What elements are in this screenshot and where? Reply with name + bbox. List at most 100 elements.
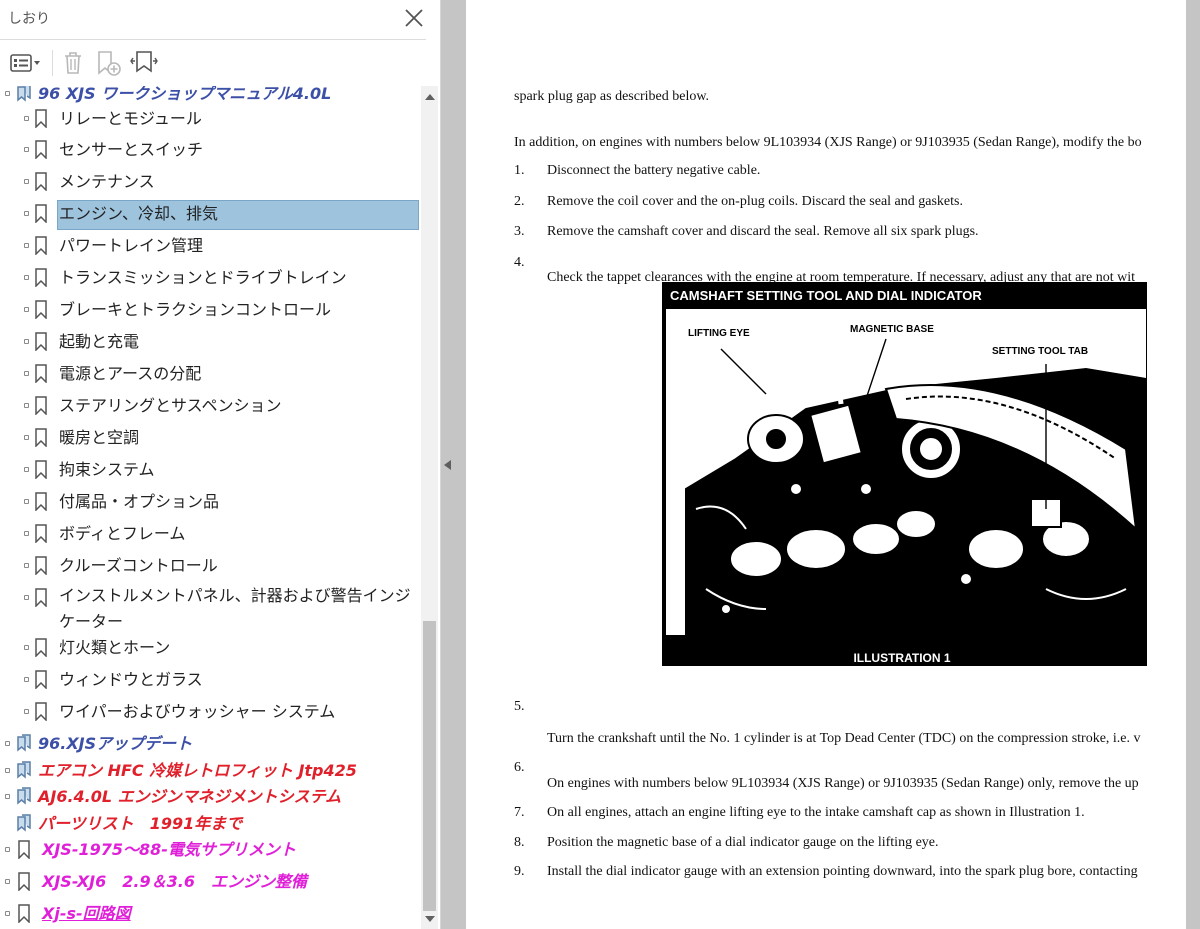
bookmark-item[interactable]: センサーとスイッチ [0, 136, 420, 164]
bookmark-item[interactable]: XJS-XJ6 2.9＆3.6 エンジン整備 [0, 868, 420, 896]
expand-toggle-icon[interactable] [5, 91, 10, 96]
bookmark-item[interactable]: パーツリスト 1991年まで [0, 810, 420, 838]
expand-toggle-icon[interactable] [24, 709, 29, 714]
bookmark-item[interactable]: 付属品・オプション品 [0, 488, 420, 516]
bookmark-item[interactable]: AJ6.4.0L エンジンマネジメントシステム [0, 783, 420, 811]
bookmark-icon [17, 734, 31, 752]
bookmark-item[interactable]: ブレーキとトラクションコントロール [0, 296, 420, 324]
panel-splitter[interactable] [441, 0, 463, 929]
bookmark-label: Xj-s-回路図 [42, 904, 131, 923]
bookmark-icon [17, 761, 31, 779]
expand-toggle-icon[interactable] [24, 645, 29, 650]
bookmark-item[interactable]: パワートレイン管理 [0, 232, 420, 260]
bookmark-label: エンジン、冷却、排気 [59, 204, 219, 223]
title-divider [0, 39, 426, 40]
bookmark-icon [17, 86, 31, 102]
expand-toggle-icon[interactable] [24, 116, 29, 121]
list-options-icon [10, 54, 40, 72]
close-icon [405, 9, 423, 27]
bookmark-label: 暖房と空調 [59, 428, 140, 447]
step-number: 6. [514, 760, 525, 775]
bookmark-label: AJ6.4.0L エンジンマネジメントシステム [38, 787, 342, 806]
expand-toggle-icon[interactable] [24, 403, 29, 408]
bookmark-item[interactable]: ウィンドウとガラス [0, 666, 420, 694]
bookmark-label: 96 XJS ワークショップマニュアル4.0L [38, 86, 332, 103]
scroll-down-arrow-icon[interactable] [425, 916, 435, 922]
bookmark-item[interactable]: ワイパーおよびウォッシャー システム [0, 698, 420, 726]
engine-drawing-icon: LIFTING EYE MAGNETIC BASE SETTING TOOL T… [684, 308, 1147, 636]
bookmark-item[interactable]: トランスミッションとドライブトレイン [0, 264, 420, 292]
bookmark-item[interactable]: エンジン、冷却、排気 [0, 200, 420, 230]
bookmark-item[interactable]: 電源とアースの分配 [0, 360, 420, 388]
panel-scrollbar[interactable] [421, 86, 438, 929]
close-panel-button[interactable] [402, 6, 426, 30]
scroll-up-arrow-icon[interactable] [425, 94, 435, 100]
expand-toggle-icon[interactable] [5, 911, 10, 916]
bookmark-item[interactable]: メンテナンス [0, 168, 420, 196]
bookmark-icon [35, 638, 47, 657]
delete-bookmark-button[interactable] [60, 48, 86, 78]
bookmark-item[interactable]: XJS-1975～88-電気サプリメント [0, 836, 420, 864]
expand-toggle-icon[interactable] [24, 307, 29, 312]
expand-bookmark-icon [130, 51, 158, 73]
bookmark-icon [35, 428, 47, 447]
step-text: On all engines, attach an engine lifting… [547, 805, 1085, 820]
step-text: Disconnect the battery negative cable. [547, 163, 761, 178]
find-bookmark-button[interactable] [128, 48, 160, 78]
expand-toggle-icon[interactable] [5, 768, 10, 773]
bookmark-item[interactable]: 灯火類とホーン [0, 634, 420, 662]
bookmark-item[interactable]: エアコン HFC 冷媒レトロフィット Jtp425 [0, 757, 420, 785]
expand-toggle-icon[interactable] [24, 179, 29, 184]
expand-toggle-icon[interactable] [24, 339, 29, 344]
bookmark-item[interactable]: Xj-s-回路図 [0, 900, 420, 928]
bookmark-item[interactable]: ボディとフレーム [0, 520, 420, 548]
collapse-arrow-icon[interactable] [444, 460, 451, 470]
expand-toggle-icon[interactable] [24, 211, 29, 216]
expand-toggle-icon[interactable] [24, 147, 29, 152]
bookmark-item[interactable]: 暖房と空調 [0, 424, 420, 452]
bookmark-item[interactable]: インストルメントパネル、計器および警告インジケーター [0, 584, 420, 631]
expand-toggle-icon[interactable] [5, 879, 10, 884]
bookmark-item[interactable]: 96.XJSアップデート [0, 730, 420, 758]
bookmark-item[interactable]: ステアリングとサスペンション [0, 392, 420, 420]
expand-toggle-icon[interactable] [5, 741, 10, 746]
bookmark-icon [35, 524, 47, 543]
expand-toggle-icon[interactable] [24, 677, 29, 682]
bookmark-label: ブレーキとトラクションコントロール [59, 300, 332, 319]
expand-toggle-icon[interactable] [5, 847, 10, 852]
callout-setting-tool-tab: SETTING TOOL TAB [992, 346, 1088, 357]
bookmark-label: XJS-XJ6 2.9＆3.6 エンジン整備 [42, 872, 307, 891]
bookmark-icon [35, 268, 47, 287]
expand-toggle-icon[interactable] [5, 794, 10, 799]
expand-toggle-icon[interactable] [24, 467, 29, 472]
bookmark-label: 付属品・オプション品 [59, 492, 220, 511]
expand-toggle-icon[interactable] [24, 243, 29, 248]
expand-toggle-icon[interactable] [24, 275, 29, 280]
expand-toggle-icon[interactable] [24, 371, 29, 376]
expand-toggle-icon[interactable] [24, 435, 29, 440]
step-number: 8. [514, 835, 525, 850]
bookmark-icon [35, 236, 47, 255]
step-number: 3. [514, 224, 525, 239]
expand-toggle-icon[interactable] [24, 499, 29, 504]
bookmark-label: パーツリスト 1991年まで [38, 814, 243, 833]
bookmark-label: エアコン HFC 冷媒レトロフィット Jtp425 [38, 761, 357, 780]
expand-toggle-icon[interactable] [24, 595, 29, 600]
expand-toggle-icon[interactable] [24, 563, 29, 568]
bookmark-label: クルーズコントロール [59, 556, 218, 575]
bookmark-item[interactable]: クルーズコントロール [0, 552, 420, 580]
bookmark-item[interactable]: リレーとモジュール [0, 105, 420, 133]
bookmark-label: 電源とアースの分配 [59, 364, 202, 383]
bookmark-item[interactable]: 拘束システム [0, 456, 420, 484]
bookmark-item[interactable]: 起動と充電 [0, 328, 420, 356]
bookmark-label: ステアリングとサスペンション [59, 396, 282, 415]
add-bookmark-icon [98, 51, 121, 76]
scroll-thumb[interactable] [423, 621, 436, 911]
step-number: 1. [514, 163, 525, 178]
bookmark-icon [35, 364, 47, 383]
new-bookmark-button[interactable] [94, 48, 124, 78]
options-menu-button[interactable] [8, 48, 44, 78]
bookmark-icon [18, 872, 30, 891]
expand-toggle-icon[interactable] [24, 531, 29, 536]
bookmark-icon [35, 670, 47, 689]
